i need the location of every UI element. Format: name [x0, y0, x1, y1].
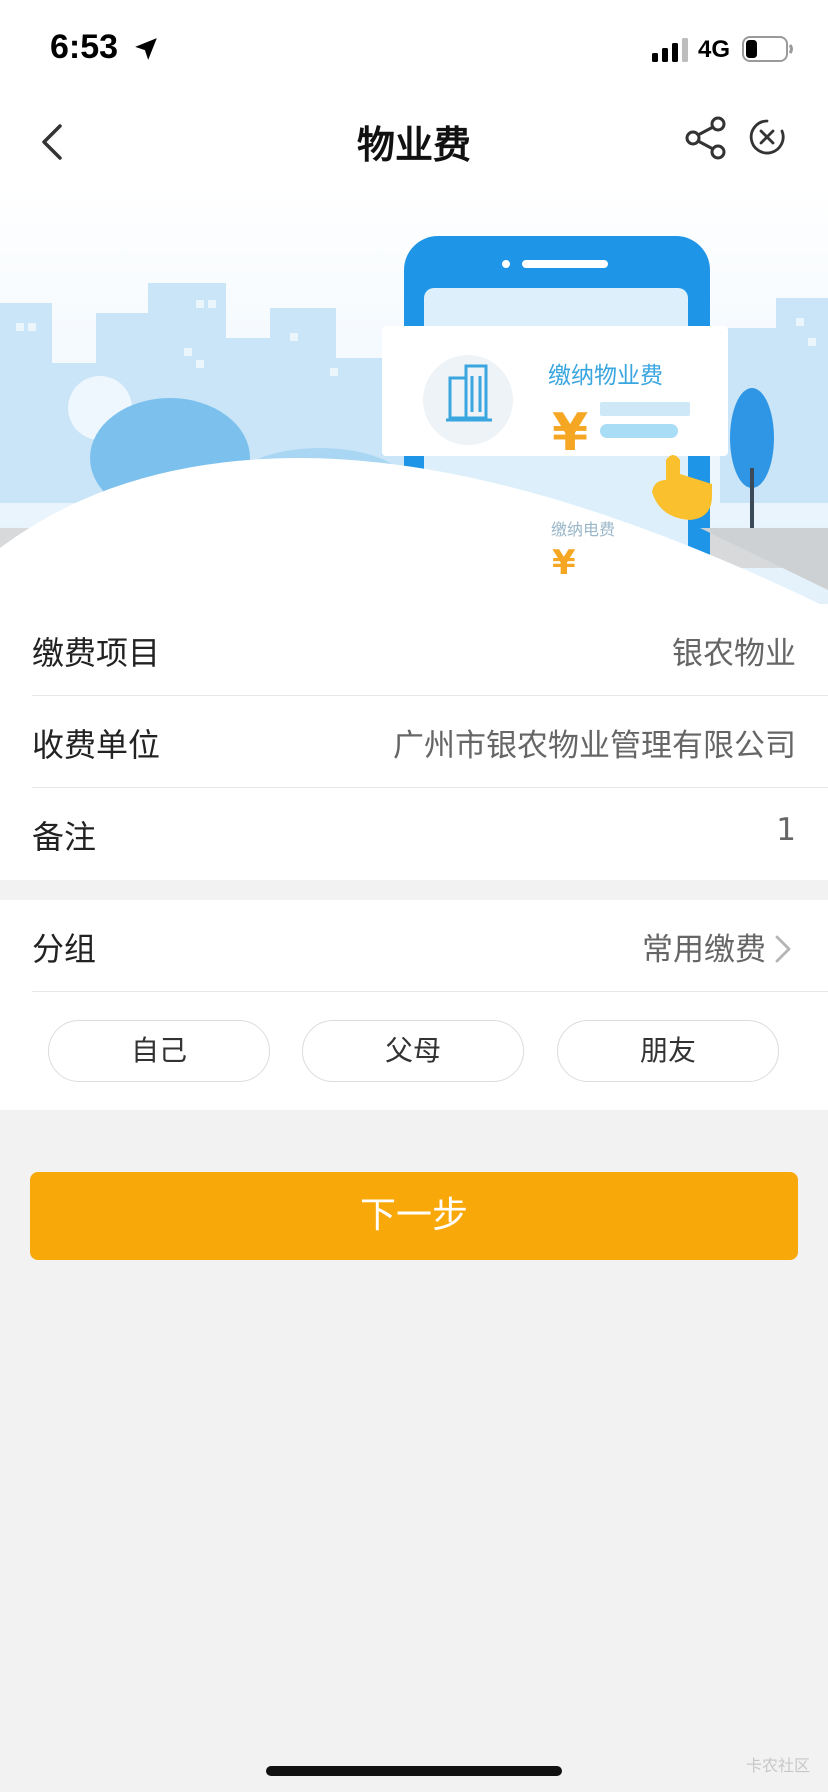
next-step-button[interactable]: 下一步	[30, 1172, 798, 1260]
info-row-item: 缴费项目 银农物业	[32, 604, 828, 696]
signal-icon	[652, 38, 688, 62]
banner-card-title: 缴纳物业费	[548, 363, 663, 389]
battery-icon	[742, 36, 793, 62]
group-chip-self[interactable]: 自己	[48, 1020, 270, 1082]
group-chip-parents[interactable]: 父母	[302, 1020, 524, 1082]
home-indicator[interactable]	[266, 1766, 562, 1776]
row-divider	[32, 991, 828, 992]
info-value-item: 银农物业	[672, 636, 796, 672]
banner-illustration: ¥ ¥ 缴纳物业费 缴纳电费	[0, 188, 828, 608]
info-value-remark[interactable]: 1	[776, 812, 796, 848]
payment-info-section: 缴费项目 银农物业 收费单位 广州市银农物业管理有限公司 备注 1	[0, 604, 828, 880]
info-row-remark[interactable]: 备注 1	[32, 788, 828, 880]
info-value-payee: 广州市银农物业管理有限公司	[393, 728, 796, 764]
group-value[interactable]: 常用缴费	[642, 924, 766, 969]
info-row-payee: 收费单位 广州市银农物业管理有限公司	[32, 696, 828, 788]
location-arrow-icon	[135, 38, 157, 60]
group-selector[interactable]: 分组 常用缴费	[32, 900, 828, 992]
secondary-yuan: ¥	[552, 543, 576, 583]
status-bar: 6:53 4G	[0, 0, 828, 92]
group-chip-friends[interactable]: 朋友	[557, 1020, 779, 1082]
info-label-payee: 收费单位	[32, 726, 161, 764]
status-time: 6:53	[50, 28, 119, 66]
group-section: 分组 常用缴费 自己 父母 朋友	[0, 900, 828, 1110]
watermark: 卡农社区	[745, 1756, 810, 1775]
network-label: 4G	[698, 36, 731, 63]
banner-secondary-title: 缴纳电费	[551, 520, 616, 539]
share-icon[interactable]	[684, 116, 728, 160]
group-label: 分组	[32, 930, 97, 968]
info-label-remark: 备注	[32, 818, 97, 856]
banner-art: ¥ ¥	[0, 188, 828, 608]
navigation-bar: 物业费	[0, 92, 828, 188]
close-icon[interactable]	[748, 118, 786, 156]
info-label-item: 缴费项目	[32, 634, 161, 672]
chevron-right-icon	[775, 935, 791, 963]
card-yuan: ¥	[552, 403, 588, 463]
